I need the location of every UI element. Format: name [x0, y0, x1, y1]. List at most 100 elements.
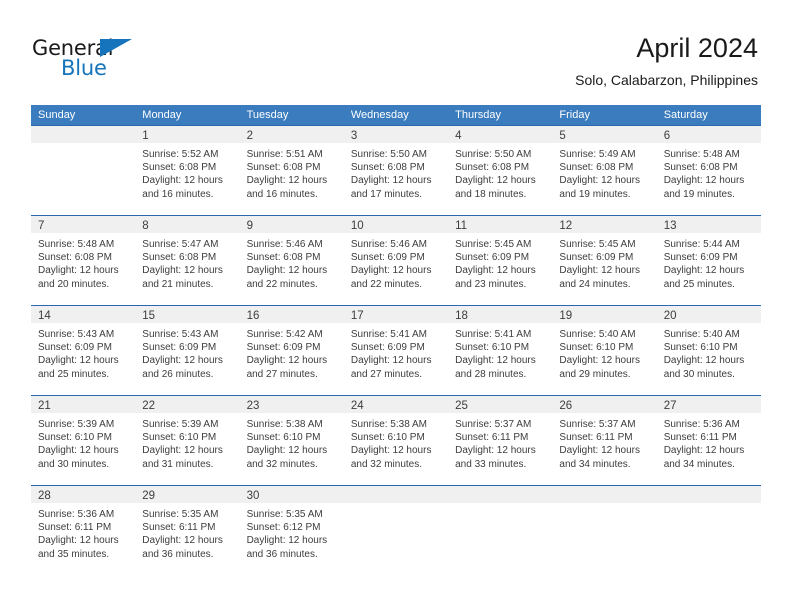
daylight-text-line1: Daylight: 12 hours	[350, 355, 432, 367]
day-cell[interactable]: 9 Sunrise: 5:46 AM Sunset: 6:08 PM Daylight…	[239, 216, 344, 305]
day-cell[interactable]: 16 Sunrise: 5:42 AM Sunset: 6:09 PM Dayligh…	[239, 306, 344, 395]
daylight-text-line2: and 32 minutes.	[246, 458, 318, 470]
day-cell-empty	[552, 486, 657, 580]
sunset-text: Sunset: 6:10 PM	[559, 342, 634, 354]
day-number-band: 5	[552, 126, 657, 143]
day-details: Sunrise: 5:42 AM Sunset: 6:09 PM Daylight:…	[240, 323, 344, 381]
day-number-band: 4	[448, 126, 553, 143]
day-number-band	[343, 486, 449, 503]
day-cell[interactable]: 18 Sunrise: 5:41 AM Sunset: 6:10 PM Dayligh…	[448, 306, 553, 395]
day-cell[interactable]: 6 Sunrise: 5:48 AM Sunset: 6:08 PM Daylight…	[656, 126, 761, 215]
day-cell[interactable]: 22 Sunrise: 5:39 AM Sunset: 6:10 PM Dayligh…	[135, 396, 240, 485]
day-number-band: 9	[239, 216, 344, 233]
sunrise-text: Sunrise: 5:42 AM	[246, 329, 323, 340]
sunrise-text: Sunrise: 5:45 AM	[559, 239, 636, 250]
day-cell[interactable]: 7 Sunrise: 5:48 AM Sunset: 6:08 PM Daylight…	[31, 216, 136, 305]
daylight-text-line1: Daylight: 12 hours	[663, 265, 745, 277]
day-number-band: 17	[343, 306, 449, 323]
sunset-text: Sunset: 6:12 PM	[246, 522, 321, 534]
day-cell[interactable]: 8 Sunrise: 5:47 AM Sunset: 6:08 PM Daylight…	[135, 216, 240, 305]
day-details: Sunrise: 5:51 AM Sunset: 6:08 PM Daylight:…	[240, 143, 344, 201]
day-details: Sunrise: 5:45 AM Sunset: 6:09 PM Daylight:…	[552, 233, 656, 291]
day-details: Sunrise: 5:36 AM Sunset: 6:11 PM Daylight:…	[31, 503, 135, 561]
day-cell[interactable]: 12 Sunrise: 5:45 AM Sunset: 6:09 PM Dayligh…	[552, 216, 657, 305]
general-blue-logo: General Blue	[32, 36, 162, 82]
day-cell[interactable]: 10 Sunrise: 5:46 AM Sunset: 6:09 PM Dayligh…	[343, 216, 449, 305]
day-details: Sunrise: 5:47 AM Sunset: 6:08 PM Daylight:…	[135, 233, 239, 291]
day-cell[interactable]: 23 Sunrise: 5:38 AM Sunset: 6:10 PM Dayligh…	[239, 396, 344, 485]
daylight-text-line1: Daylight: 12 hours	[663, 355, 745, 367]
daylight-text-line1: Daylight: 12 hours	[559, 175, 641, 187]
calendar-page: General Blue April 2024 Solo, Calabarzon…	[0, 0, 792, 612]
sunrise-text: Sunrise: 5:51 AM	[246, 149, 323, 160]
day-cell[interactable]: 19 Sunrise: 5:40 AM Sunset: 6:10 PM Dayligh…	[552, 306, 657, 395]
daylight-text-line2: and 36 minutes.	[246, 548, 318, 560]
day-cell[interactable]: 28 Sunrise: 5:36 AM Sunset: 6:11 PM Dayligh…	[31, 486, 136, 580]
day-cell[interactable]: 20 Sunrise: 5:40 AM Sunset: 6:10 PM Dayligh…	[656, 306, 761, 395]
weekday-header-tuesday: Tuesday	[246, 109, 289, 121]
calendar-week-row: 7 Sunrise: 5:48 AM Sunset: 6:08 PM Daylight…	[31, 215, 761, 305]
day-cell[interactable]: 29 Sunrise: 5:35 AM Sunset: 6:11 PM Dayligh…	[135, 486, 240, 580]
sunrise-text: Sunrise: 5:48 AM	[38, 239, 115, 250]
day-number: 1	[142, 130, 149, 142]
day-cell[interactable]: 26 Sunrise: 5:37 AM Sunset: 6:11 PM Dayligh…	[552, 396, 657, 485]
sunrise-text: Sunrise: 5:38 AM	[350, 419, 427, 430]
daylight-text-line2: and 31 minutes.	[142, 458, 214, 470]
page-header: General Blue April 2024 Solo, Calabarzon…	[0, 0, 792, 98]
day-number-band: 6	[656, 126, 761, 143]
sunrise-text: Sunrise: 5:46 AM	[350, 239, 427, 250]
day-number-band: 11	[448, 216, 553, 233]
day-cell[interactable]: 27 Sunrise: 5:36 AM Sunset: 6:11 PM Dayligh…	[656, 396, 761, 485]
sunrise-text: Sunrise: 5:43 AM	[38, 329, 115, 340]
daylight-text-line2: and 35 minutes.	[38, 548, 110, 560]
day-cell[interactable]: 15 Sunrise: 5:43 AM Sunset: 6:09 PM Dayligh…	[135, 306, 240, 395]
day-cell[interactable]: 4 Sunrise: 5:50 AM Sunset: 6:08 PM Daylight…	[448, 126, 553, 215]
sunset-text: Sunset: 6:10 PM	[38, 432, 112, 444]
weekday-header-sunday: Sunday	[38, 109, 76, 121]
day-details: Sunrise: 5:50 AM Sunset: 6:08 PM Daylight:…	[344, 143, 448, 201]
sunrise-text: Sunrise: 5:40 AM	[663, 329, 740, 340]
day-cell[interactable]: 17 Sunrise: 5:41 AM Sunset: 6:09 PM Dayligh…	[343, 306, 449, 395]
day-number: 28	[38, 490, 51, 502]
day-cell[interactable]: 13 Sunrise: 5:44 AM Sunset: 6:09 PM Dayligh…	[656, 216, 761, 305]
day-cell[interactable]: 11 Sunrise: 5:45 AM Sunset: 6:09 PM Dayligh…	[448, 216, 553, 305]
day-cell[interactable]: 2 Sunrise: 5:51 AM Sunset: 6:08 PM Daylight…	[239, 126, 344, 215]
day-number-band: 10	[343, 216, 449, 233]
daylight-text-line1: Daylight: 12 hours	[142, 535, 223, 547]
day-number: 16	[246, 310, 260, 322]
daylight-text-line2: and 34 minutes.	[663, 458, 735, 470]
day-details: Sunrise: 5:39 AM Sunset: 6:10 PM Daylight:…	[31, 413, 135, 471]
sunrise-text: Sunrise: 5:39 AM	[38, 419, 115, 430]
daylight-text-line2: and 34 minutes.	[559, 458, 631, 470]
day-details: Sunrise: 5:38 AM Sunset: 6:10 PM Daylight:…	[240, 413, 344, 471]
day-cell[interactable]: 3 Sunrise: 5:50 AM Sunset: 6:08 PM Daylight…	[343, 126, 449, 215]
day-number-band	[552, 486, 657, 503]
sunset-text: Sunset: 6:09 PM	[142, 342, 217, 354]
sunset-text: Sunset: 6:08 PM	[455, 162, 530, 174]
sunrise-text: Sunrise: 5:44 AM	[663, 239, 740, 250]
day-number-band: 16	[239, 306, 344, 323]
daylight-text-line1: Daylight: 12 hours	[559, 265, 641, 277]
day-cell[interactable]: 21 Sunrise: 5:39 AM Sunset: 6:10 PM Dayligh…	[31, 396, 136, 485]
daylight-text-line1: Daylight: 12 hours	[142, 445, 223, 457]
logo-text-blue: Blue	[61, 56, 107, 80]
daylight-text-line1: Daylight: 12 hours	[142, 175, 223, 187]
daylight-text-line1: Daylight: 12 hours	[559, 445, 641, 457]
daylight-text-line1: Daylight: 12 hours	[455, 265, 536, 277]
logo-triangle-icon	[100, 39, 132, 57]
day-cell[interactable]: 25 Sunrise: 5:37 AM Sunset: 6:11 PM Dayligh…	[448, 396, 553, 485]
sunrise-text: Sunrise: 5:37 AM	[455, 419, 532, 430]
day-number: 14	[38, 310, 51, 322]
daylight-text-line2: and 30 minutes.	[663, 368, 735, 380]
day-cell[interactable]: 1 Sunrise: 5:52 AM Sunset: 6:08 PM Daylight…	[135, 126, 240, 215]
day-number-band: 15	[135, 306, 240, 323]
day-cell[interactable]: 24 Sunrise: 5:38 AM Sunset: 6:10 PM Dayligh…	[343, 396, 449, 485]
sunrise-text: Sunrise: 5:39 AM	[142, 419, 219, 430]
day-number: 20	[663, 310, 677, 322]
day-cell[interactable]: 5 Sunrise: 5:49 AM Sunset: 6:08 PM Daylight…	[552, 126, 657, 215]
daylight-text-line1: Daylight: 12 hours	[455, 175, 536, 187]
day-cell[interactable]: 30 Sunrise: 5:35 AM Sunset: 6:12 PM Dayligh…	[239, 486, 344, 580]
day-cell[interactable]: 14 Sunrise: 5:43 AM Sunset: 6:09 PM Dayligh…	[31, 306, 136, 395]
daylight-text-line2: and 19 minutes.	[663, 188, 735, 200]
daylight-text-line2: and 21 minutes.	[142, 278, 214, 290]
